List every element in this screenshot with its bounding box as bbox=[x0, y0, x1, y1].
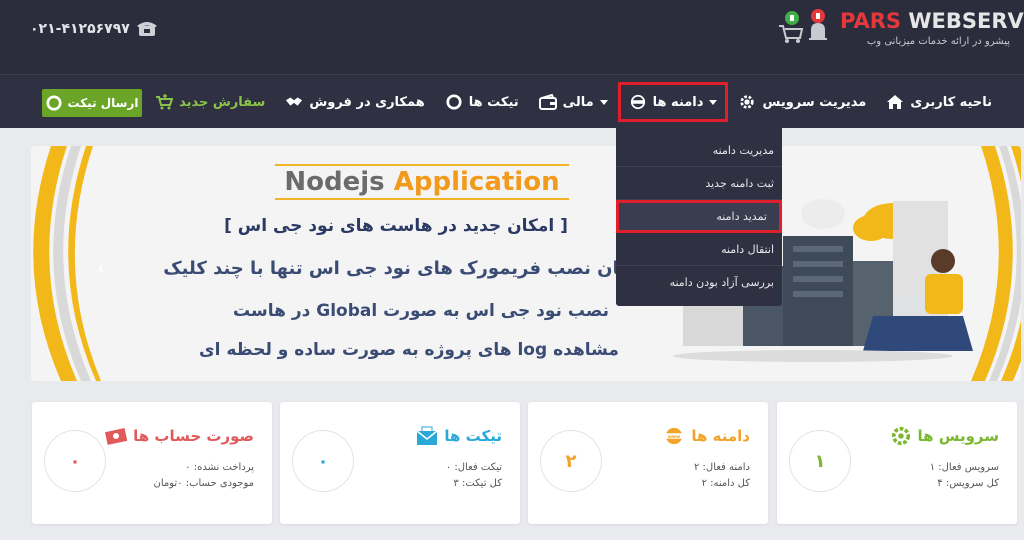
card-title: صورت حساب ها bbox=[105, 426, 254, 446]
home-icon bbox=[887, 95, 904, 109]
domains-card[interactable]: www دامنه ها دامنه فعال: ۲ کل دامنه: ۲ ۲ bbox=[528, 402, 768, 524]
dropdown-item-manage-domain[interactable]: مدیریت دامنه bbox=[616, 134, 782, 167]
card-unpaid-count: پرداخت نشده: ۰ bbox=[185, 462, 254, 473]
lifebuoy-icon bbox=[446, 94, 462, 110]
dropdown-item-check-availability[interactable]: بررسی آزاد بودن دامنه bbox=[616, 266, 782, 299]
card-total-count: کل سرویس: ۴ bbox=[937, 478, 999, 489]
banner-headline: [ امکان جدید در هاست های نود جی اس ] bbox=[224, 216, 568, 236]
nav-label: تیکت ها bbox=[468, 94, 519, 110]
chevron-down-icon bbox=[599, 99, 608, 105]
envelope-icon bbox=[416, 426, 438, 445]
dropdown-item-register-domain[interactable]: ثبت دامنه جدید bbox=[616, 167, 782, 200]
gear-icon bbox=[740, 95, 755, 109]
logo[interactable]: PARS WEBSERVER پیشرو در ارائه خدمات میزب… bbox=[840, 8, 1024, 58]
card-count-circle: ۲ bbox=[540, 430, 602, 492]
gear-icon bbox=[891, 426, 910, 446]
card-title-label: دامنه ها bbox=[691, 427, 750, 445]
dropdown-item-transfer-domain[interactable]: انتقال دامنه bbox=[616, 233, 782, 266]
top-header: ۰۲۱-۴۱۲۵۶۷۹۷ PARS WEBSERVER پیشرو در ارا… bbox=[0, 0, 1024, 74]
banner-feature-2: نصب نود جی اس به صورت Global در هاست bbox=[233, 301, 609, 321]
logo-title: PARS WEBSERVER bbox=[840, 8, 1024, 34]
card-title-label: سرویس ها bbox=[917, 427, 1000, 445]
card-active-count: دامنه فعال: ۲ bbox=[694, 462, 750, 473]
bell-icon[interactable] bbox=[805, 8, 831, 44]
nav-items: ناحیه کاربری مدیریت سرویس دامنه ها مالی … bbox=[145, 75, 1002, 129]
card-title: تیکت ها bbox=[416, 426, 502, 446]
nav-item-tickets[interactable]: تیکت ها bbox=[435, 82, 529, 122]
lifebuoy-icon bbox=[45, 95, 62, 111]
send-ticket-label: ارسال تیکت bbox=[67, 96, 139, 110]
card-title-label: تیکت ها bbox=[444, 427, 502, 445]
card-title-label: صورت حساب ها bbox=[133, 427, 254, 445]
nav-item-service-management[interactable]: مدیریت سرویس bbox=[728, 82, 876, 122]
card-active-count: تیکت فعال: ۰ bbox=[445, 462, 502, 473]
banner-feature-3: مشاهده log های پروژه به صورت ساده و لحظه… bbox=[199, 340, 619, 360]
card-total-count: کل دامنه: ۲ bbox=[701, 478, 750, 489]
promo-banner[interactable]: Nodejs Application [ امکان جدید در هاست … bbox=[31, 146, 1021, 381]
card-balance: موجودی حساب: ۰تومان bbox=[153, 478, 254, 489]
card-count-circle: ۰ bbox=[44, 430, 106, 492]
phone-contact[interactable]: ۰۲۱-۴۱۲۵۶۷۹۷ bbox=[30, 20, 158, 38]
send-ticket-button[interactable]: ارسال تیکت bbox=[42, 89, 142, 117]
money-icon bbox=[105, 428, 128, 445]
nav-label: مدیریت سرویس bbox=[762, 94, 867, 110]
banner-feature-1: امکان نصب فریمورک های نود جی اس تنها با … bbox=[163, 258, 647, 279]
invoices-card[interactable]: صورت حساب ها پرداخت نشده: ۰ موجودی حساب:… bbox=[32, 402, 272, 524]
card-total-count: کل تیکت: ۳ bbox=[453, 478, 502, 489]
cart-plus-icon bbox=[156, 94, 174, 110]
handshake-icon bbox=[286, 97, 303, 106]
nav-label: ناحیه کاربری bbox=[910, 94, 992, 110]
services-card[interactable]: سرویس ها سرویس فعال: ۱ کل سرویس: ۴ ۱ bbox=[777, 402, 1017, 524]
logo-tagline: پیشرو در ارائه خدمات میزبانی وب bbox=[866, 36, 1010, 47]
nav-label: مالی bbox=[562, 94, 594, 110]
card-count-circle: ۱ bbox=[789, 430, 851, 492]
nav-item-user-area[interactable]: ناحیه کاربری bbox=[876, 82, 1002, 122]
www-icon bbox=[630, 94, 645, 110]
logo-part-webserver: WEBSERVER bbox=[908, 9, 1024, 33]
nav-item-affiliate[interactable]: همکاری در فروش bbox=[275, 82, 434, 122]
decorative-stripes bbox=[33, 146, 101, 381]
nav-label: همکاری در فروش bbox=[309, 94, 425, 110]
dropdown-item-renew-domain[interactable]: تمدید دامنه bbox=[616, 200, 782, 233]
tickets-card[interactable]: تیکت ها تیکت فعال: ۰ کل تیکت: ۳ ۰ bbox=[280, 402, 520, 524]
banner-title: Nodejs Application bbox=[275, 164, 569, 200]
phone-number: ۰۲۱-۴۱۲۵۶۷۹۷ bbox=[30, 21, 130, 37]
main-nav: ناحیه کاربری مدیریت سرویس دامنه ها مالی … bbox=[0, 74, 1024, 128]
card-active-count: سرویس فعال: ۱ bbox=[929, 462, 999, 473]
nav-item-domains[interactable]: دامنه ها bbox=[617, 82, 729, 122]
wallet-icon bbox=[538, 94, 557, 110]
card-title: سرویس ها bbox=[890, 426, 1000, 446]
nav-label: دامنه ها bbox=[652, 94, 704, 110]
domains-dropdown-menu: مدیریت دامنه ثبت دامنه جدید تمدید دامنه … bbox=[616, 128, 782, 306]
svg-text:www: www bbox=[668, 435, 681, 440]
banner-title-application: Application bbox=[393, 167, 560, 197]
nav-item-new-order[interactable]: سفارش جدید bbox=[145, 82, 275, 122]
logo-part-pars: PARS bbox=[840, 9, 902, 33]
banner-title-nodejs: Nodejs bbox=[284, 167, 385, 197]
card-count-circle: ۰ bbox=[292, 430, 354, 492]
cart-icon[interactable] bbox=[775, 10, 805, 44]
nav-item-finance[interactable]: مالی bbox=[529, 82, 618, 122]
card-title: www دامنه ها bbox=[663, 426, 750, 446]
phone-icon bbox=[136, 22, 157, 36]
nav-label: سفارش جدید bbox=[179, 94, 266, 110]
chevron-down-icon bbox=[709, 99, 718, 105]
www-icon: www bbox=[666, 427, 683, 445]
slider-prev-arrow-icon[interactable]: ‹ bbox=[97, 258, 111, 279]
